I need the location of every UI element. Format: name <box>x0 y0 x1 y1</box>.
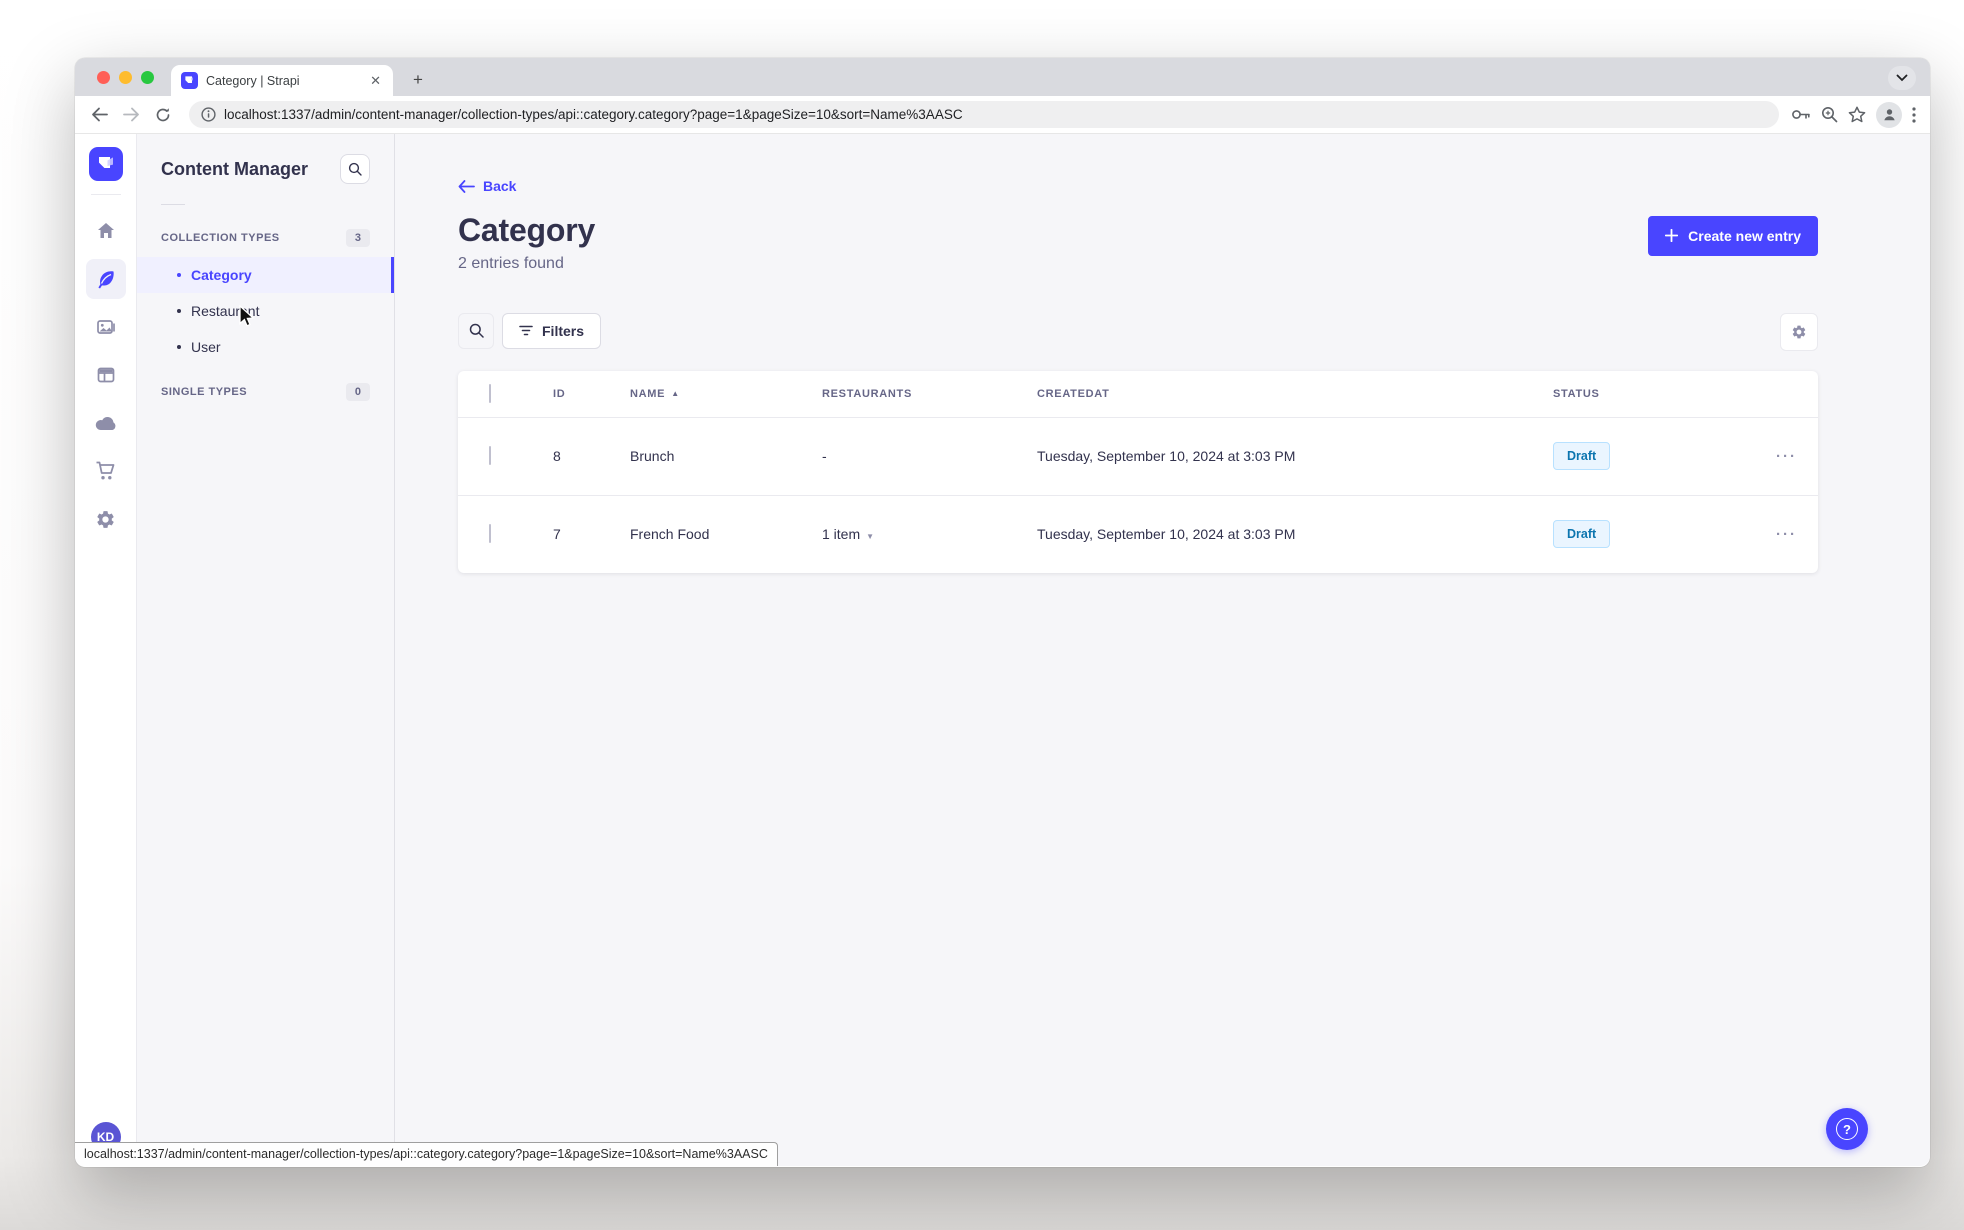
sidebar-item-label: Category <box>191 267 252 283</box>
column-header-id[interactable]: ID <box>553 388 630 400</box>
sort-asc-icon: ▲ <box>671 389 680 398</box>
browser-profile-icon[interactable] <box>1876 101 1902 128</box>
minimize-window-button[interactable] <box>119 71 132 84</box>
single-types-count-badge: 0 <box>345 383 370 401</box>
sidebar-item-label: User <box>191 339 221 355</box>
row-actions-menu[interactable]: ··· <box>1755 448 1818 465</box>
view-settings-button[interactable] <box>1780 312 1818 351</box>
browser-tab[interactable]: Category | Strapi ✕ <box>171 65 393 96</box>
strapi-admin-app: KD Content Manager COLLECTION TYPES 3 Ca… <box>75 134 1930 1166</box>
help-button[interactable]: ? <box>1826 1108 1868 1150</box>
collection-types-label: COLLECTION TYPES <box>161 232 280 244</box>
sidebar-item-label: Restaurant <box>191 303 260 319</box>
close-tab-icon[interactable]: ✕ <box>368 73 383 89</box>
row-checkbox[interactable] <box>489 524 491 543</box>
zoom-search-icon[interactable] <box>1821 106 1838 123</box>
bullet-icon <box>177 309 181 313</box>
browser-reload-icon[interactable] <box>149 101 177 129</box>
cell-id: 8 <box>553 448 561 464</box>
cell-createdat: Tuesday, September 10, 2024 at 3:03 PM <box>1037 526 1296 542</box>
cell-name: French Food <box>630 526 710 542</box>
search-icon <box>469 323 484 338</box>
tab-search-chevron-icon[interactable] <box>1888 66 1916 90</box>
fullscreen-window-button[interactable] <box>141 71 154 84</box>
strapi-favicon-icon <box>181 72 198 89</box>
subnav-divider <box>161 204 185 205</box>
single-types-label: SINGLE TYPES <box>161 386 248 398</box>
table-row[interactable]: 8 Brunch - Tuesday, September 10, 2024 a… <box>458 416 1818 495</box>
status-badge: Draft <box>1553 442 1611 470</box>
url-bar[interactable]: localhost:1337/admin/content-manager/col… <box>189 101 1779 128</box>
table-row[interactable]: 7 French Food 1 item ▼ Tuesday, September… <box>458 494 1818 573</box>
browser-menu-dots-icon[interactable] <box>1912 106 1916 123</box>
sidebar-item-user[interactable]: User <box>137 329 394 365</box>
row-actions-menu[interactable]: ··· <box>1755 526 1818 543</box>
arrow-left-icon <box>458 179 475 193</box>
browser-toolbar: localhost:1337/admin/content-manager/col… <box>75 96 1930 134</box>
main-content: Back Category 2 entries found Create new… <box>395 134 1930 1166</box>
table-header-row: ID NAME ▲ RESTAURANTS CREATEDAT STATUS <box>458 371 1818 417</box>
column-header-restaurants[interactable]: RESTAURANTS <box>822 388 1037 400</box>
bookmark-star-icon[interactable] <box>1848 106 1866 123</box>
bullet-icon <box>177 273 181 277</box>
bullet-icon <box>177 345 181 349</box>
cell-restaurants: - <box>822 448 827 464</box>
close-window-button[interactable] <box>97 71 110 84</box>
column-header-createdat[interactable]: CREATEDAT <box>1037 388 1553 400</box>
content-manager-subnav: Content Manager COLLECTION TYPES 3 Categ… <box>137 134 395 1166</box>
browser-tab-strip: Category | Strapi ✕ + <box>75 58 1930 96</box>
entries-count: 2 entries found <box>458 254 564 272</box>
back-link[interactable]: Back <box>458 178 516 194</box>
subnav-title: Content Manager <box>161 158 309 179</box>
column-header-status[interactable]: STATUS <box>1553 388 1755 400</box>
entries-table: ID NAME ▲ RESTAURANTS CREATEDAT STATUS 8 … <box>458 370 1818 573</box>
toolbar-actions <box>1791 101 1920 128</box>
cell-name: Brunch <box>630 448 675 464</box>
browser-window: Category | Strapi ✕ + localhost:1337/adm… <box>75 58 1930 1167</box>
column-header-name[interactable]: NAME ▲ <box>630 388 822 400</box>
filters-button[interactable]: Filters <box>502 312 602 349</box>
url-text[interactable]: localhost:1337/admin/content-manager/col… <box>224 107 963 122</box>
main-nav-rail: KD <box>75 134 137 1166</box>
plus-icon <box>1665 229 1679 242</box>
browser-back-icon[interactable] <box>85 101 113 129</box>
browser-forward-icon[interactable] <box>117 101 145 129</box>
table-search-button[interactable] <box>458 312 494 349</box>
new-tab-button[interactable]: + <box>405 67 431 93</box>
nav-deploy-cloud-icon[interactable] <box>86 403 126 443</box>
subnav-search-button[interactable] <box>340 154 370 184</box>
chevron-down-icon: ▼ <box>866 532 875 541</box>
link-preview-statusbar: localhost:1337/admin/content-manager/col… <box>75 1142 778 1166</box>
nav-marketplace-cart-icon[interactable] <box>86 451 126 491</box>
row-checkbox[interactable] <box>489 446 491 465</box>
nav-content-manager-icon[interactable] <box>85 259 126 299</box>
cell-createdat: Tuesday, September 10, 2024 at 3:03 PM <box>1037 448 1296 464</box>
cell-restaurants[interactable]: 1 item ▼ <box>822 526 1037 542</box>
back-label: Back <box>483 178 517 194</box>
nav-settings-gear-icon[interactable] <box>86 499 126 539</box>
tab-title: Category | Strapi <box>206 73 300 88</box>
window-controls <box>97 71 154 84</box>
status-badge: Draft <box>1553 520 1611 548</box>
strapi-logo-icon[interactable] <box>88 147 123 181</box>
cell-id: 7 <box>553 526 561 542</box>
sidebar-item-category[interactable]: Category <box>137 257 394 293</box>
question-mark-icon: ? <box>1836 1118 1858 1140</box>
rail-divider <box>90 194 121 195</box>
nav-home-icon[interactable] <box>86 211 126 251</box>
gear-icon <box>1792 325 1806 338</box>
sidebar-item-restaurant[interactable]: Restaurant <box>137 293 394 329</box>
nav-content-type-builder-icon[interactable] <box>86 355 126 395</box>
nav-media-library-icon[interactable] <box>86 307 126 347</box>
create-new-entry-button[interactable]: Create new entry <box>1648 215 1818 256</box>
collection-types-count-badge: 3 <box>345 229 370 247</box>
filter-icon <box>519 325 533 336</box>
page-title: Category <box>458 211 596 248</box>
select-all-checkbox[interactable] <box>489 383 491 403</box>
site-info-icon[interactable] <box>201 107 216 122</box>
password-key-icon[interactable] <box>1791 108 1811 121</box>
